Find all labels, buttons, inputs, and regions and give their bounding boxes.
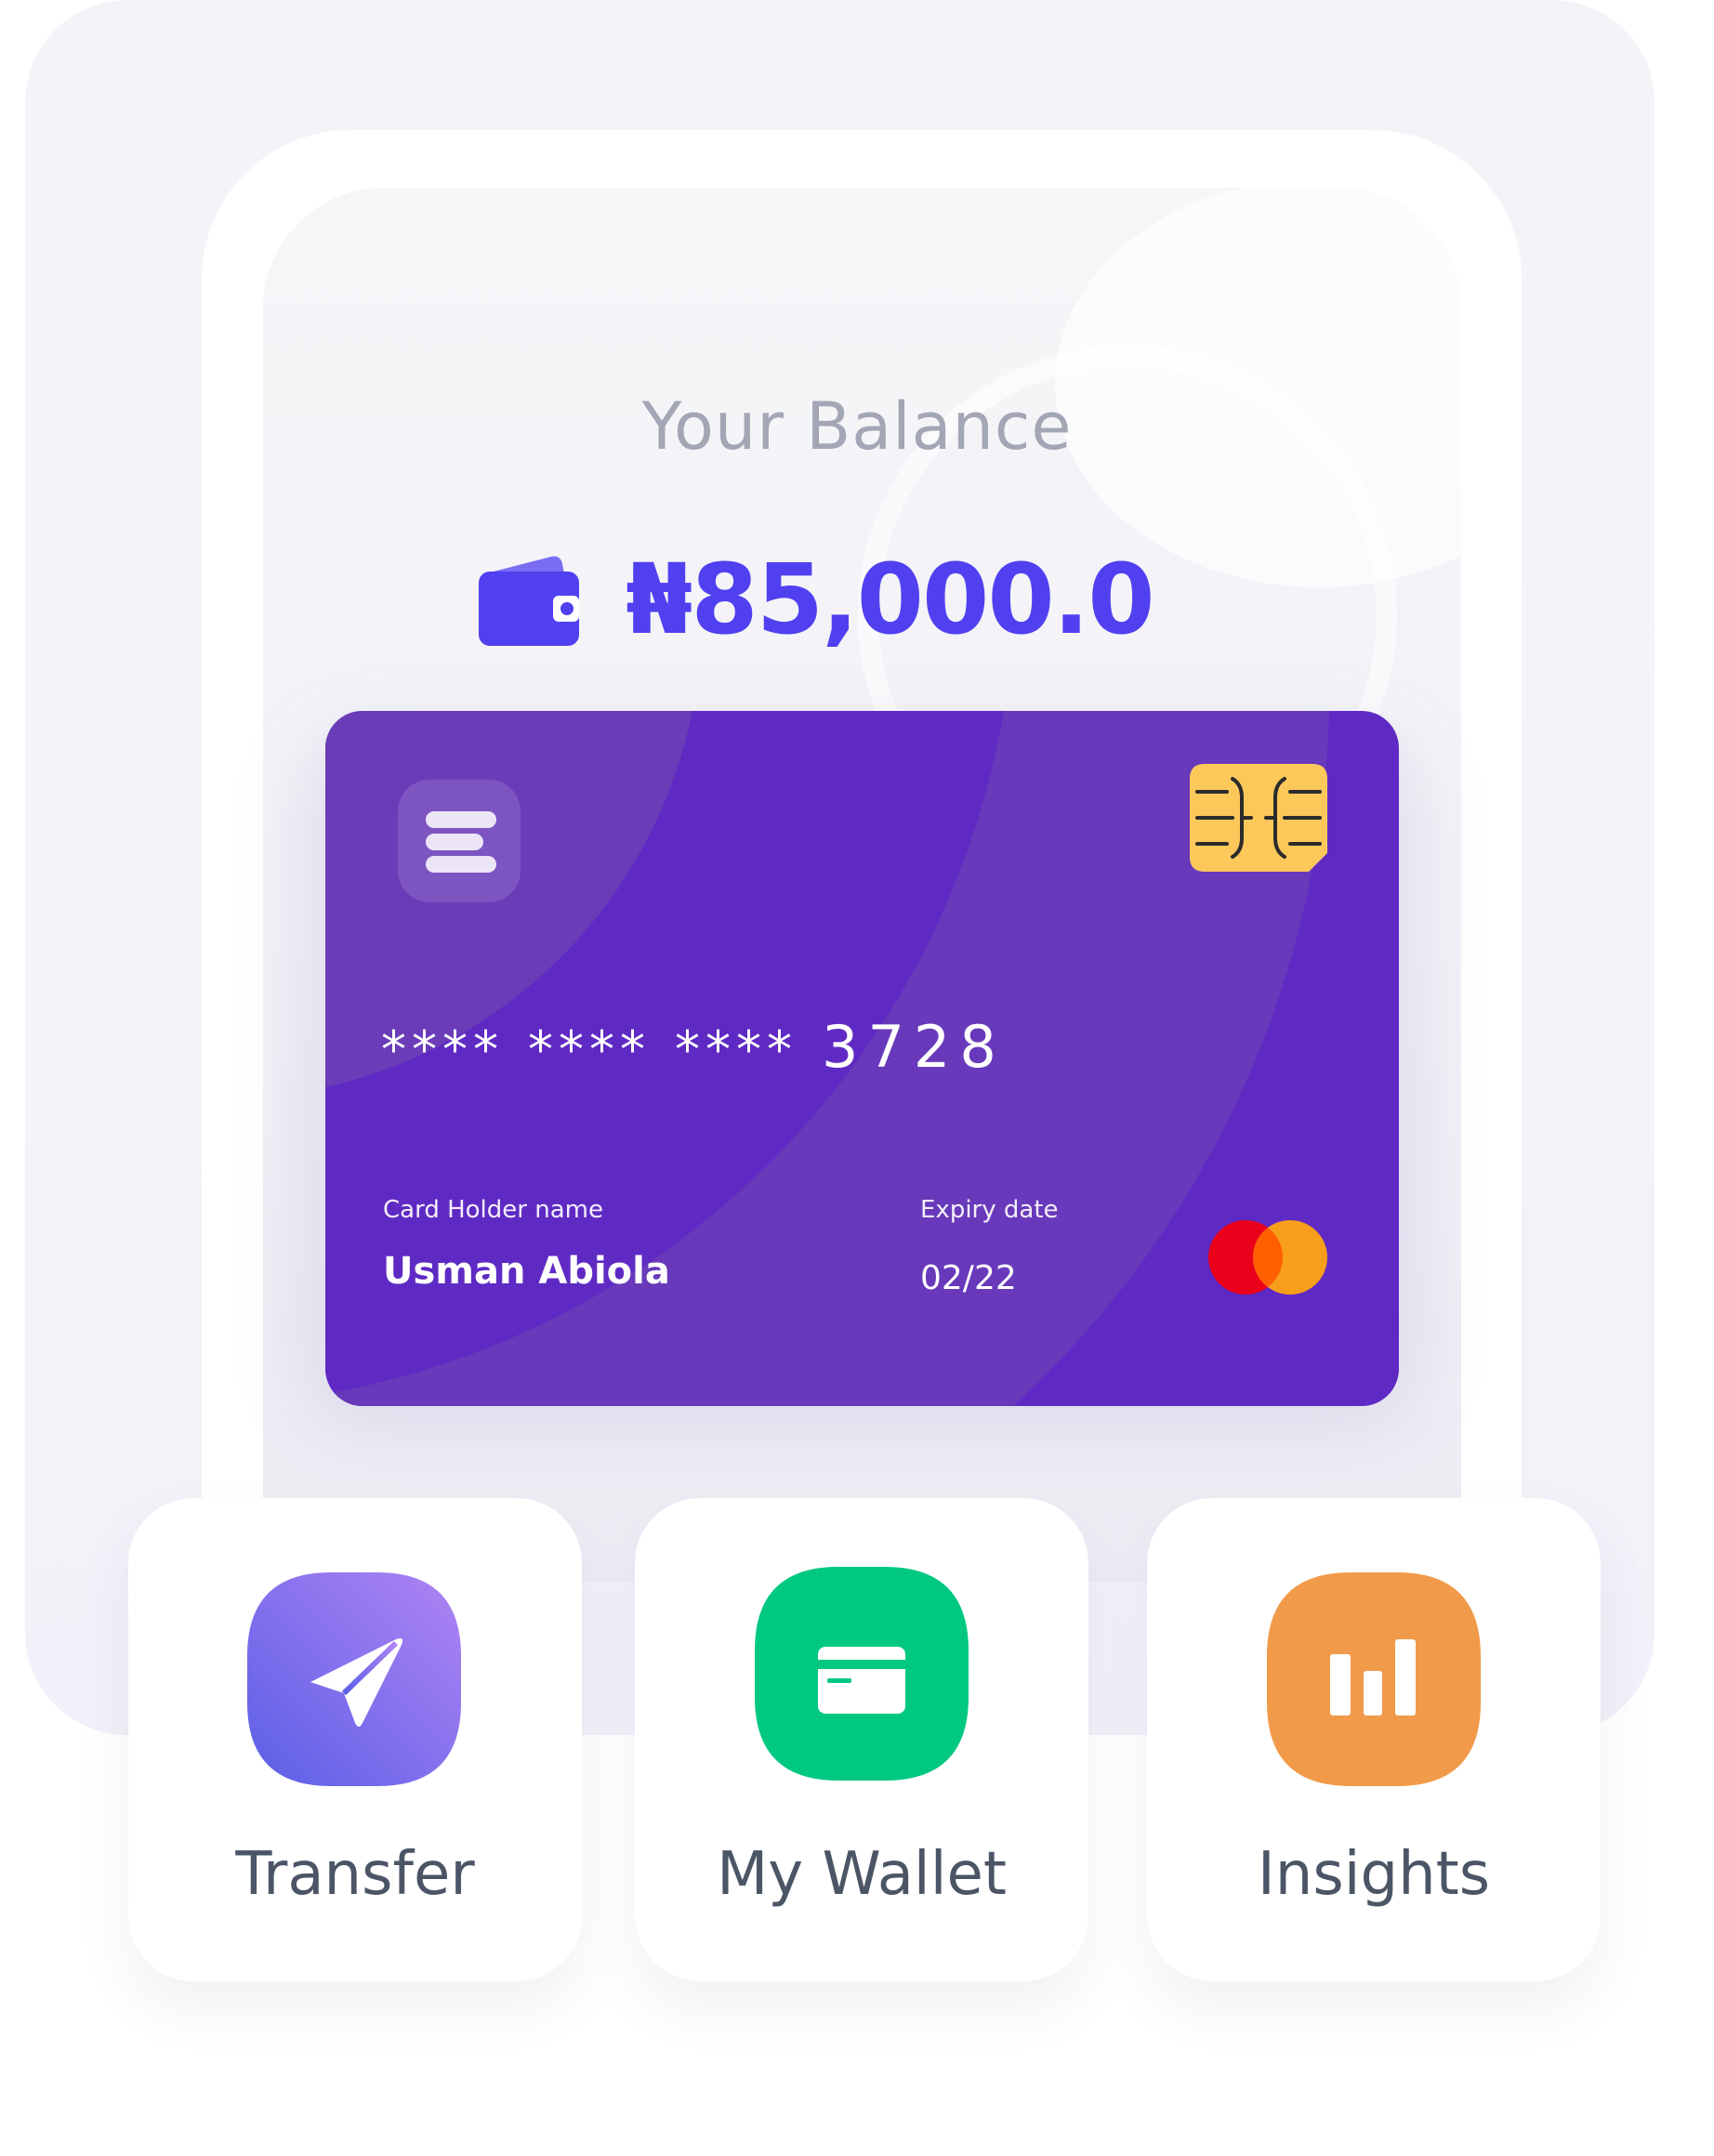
balance-amount: ₦85,000.0 xyxy=(626,543,1155,656)
sim-chip-icon xyxy=(1190,764,1327,872)
insights-label: Insights xyxy=(1257,1840,1491,1909)
balance-label: Your Balance xyxy=(641,388,1073,465)
mastercard-logo xyxy=(1208,1220,1327,1295)
card-number: **** **** **** 3728 xyxy=(381,1013,1006,1081)
bank-logo-icon xyxy=(398,780,521,902)
card-number-mask-2: **** xyxy=(528,1020,651,1079)
send-icon xyxy=(247,1572,461,1786)
transfer-button[interactable]: Transfer xyxy=(128,1498,582,1981)
card-last-four: 3728 xyxy=(822,1013,1006,1081)
card-holder-label: Card Holder name xyxy=(383,1196,603,1224)
card-holder-name: Usman Abiola xyxy=(383,1250,670,1293)
my-wallet-label: My Wallet xyxy=(717,1840,1007,1909)
card-number-mask-3: **** xyxy=(675,1020,798,1079)
balance-row: ₦85,000.0 xyxy=(479,543,1155,656)
expiry-label: Expiry date xyxy=(920,1196,1059,1224)
expiry-value: 02/22 xyxy=(920,1259,1017,1297)
insights-button[interactable]: Insights xyxy=(1147,1498,1601,1981)
wallet-icon xyxy=(479,556,579,646)
payment-card[interactable]: **** **** **** 3728 Card Holder name Usman … xyxy=(325,711,1399,1406)
my-wallet-button[interactable]: My Wallet xyxy=(635,1498,1088,1981)
transfer-label: Transfer xyxy=(235,1840,475,1909)
card-icon xyxy=(755,1567,969,1781)
bar-chart-icon xyxy=(1267,1572,1481,1786)
card-number-mask-1: **** xyxy=(381,1020,504,1079)
